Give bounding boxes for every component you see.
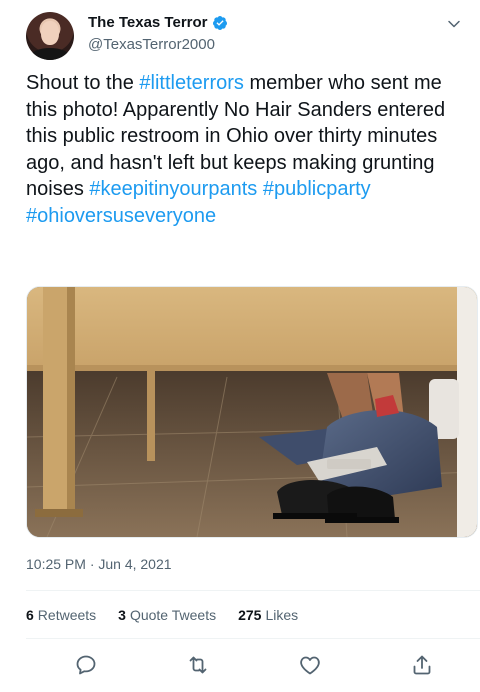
tweet-card: The Texas Terror @TexasTerror2000 Shout … [0,0,480,692]
verified-badge-icon [212,15,227,30]
hashtag-link[interactable]: #publicparty [263,178,371,200]
engagement-stats: 6 Retweets 3 Quote Tweets 275 Likes [26,607,298,623]
hashtag-link[interactable]: #keepitinyourpants [89,178,257,200]
reply-icon[interactable] [74,653,98,677]
tweet-text: Shout to the #littleterrors member who s… [26,70,466,229]
tweet-timestamp[interactable]: 10:25 PM · Jun 4, 2021 [26,556,172,572]
likes-label: Likes [265,607,299,623]
heart-icon[interactable] [298,653,322,677]
likes-count: 275 [238,607,262,623]
chevron-down-icon[interactable] [444,14,464,34]
hashtag-link[interactable]: #ohioversuseveryone [26,205,216,227]
retweets-label: Retweets [37,607,97,623]
author-handle[interactable]: @TexasTerror2000 [88,36,215,53]
hashtag-link[interactable]: #littleterrors [139,72,243,94]
retweets-count: 6 [26,607,34,623]
tweet-photo[interactable] [26,286,478,538]
quote-tweets-stat[interactable]: 3 Quote Tweets [118,607,216,623]
retweet-icon[interactable] [186,653,210,677]
divider [26,590,480,591]
restroom-stall-image [27,287,477,537]
retweets-stat[interactable]: 6 Retweets [26,607,96,623]
avatar-face [41,21,59,45]
avatar[interactable] [26,12,74,60]
likes-stat[interactable]: 275 Likes [238,607,298,623]
share-icon[interactable] [410,653,434,677]
author-display-name[interactable]: The Texas Terror [88,14,208,31]
quote-tweets-label: Quote Tweets [129,607,217,623]
author-name-row[interactable]: The Texas Terror [88,14,228,31]
quote-tweets-count: 3 [118,607,126,623]
avatar-shoulders [30,48,70,60]
tweet-text-part: Shout to the [26,72,140,94]
divider [26,638,480,639]
action-bar [0,648,480,682]
